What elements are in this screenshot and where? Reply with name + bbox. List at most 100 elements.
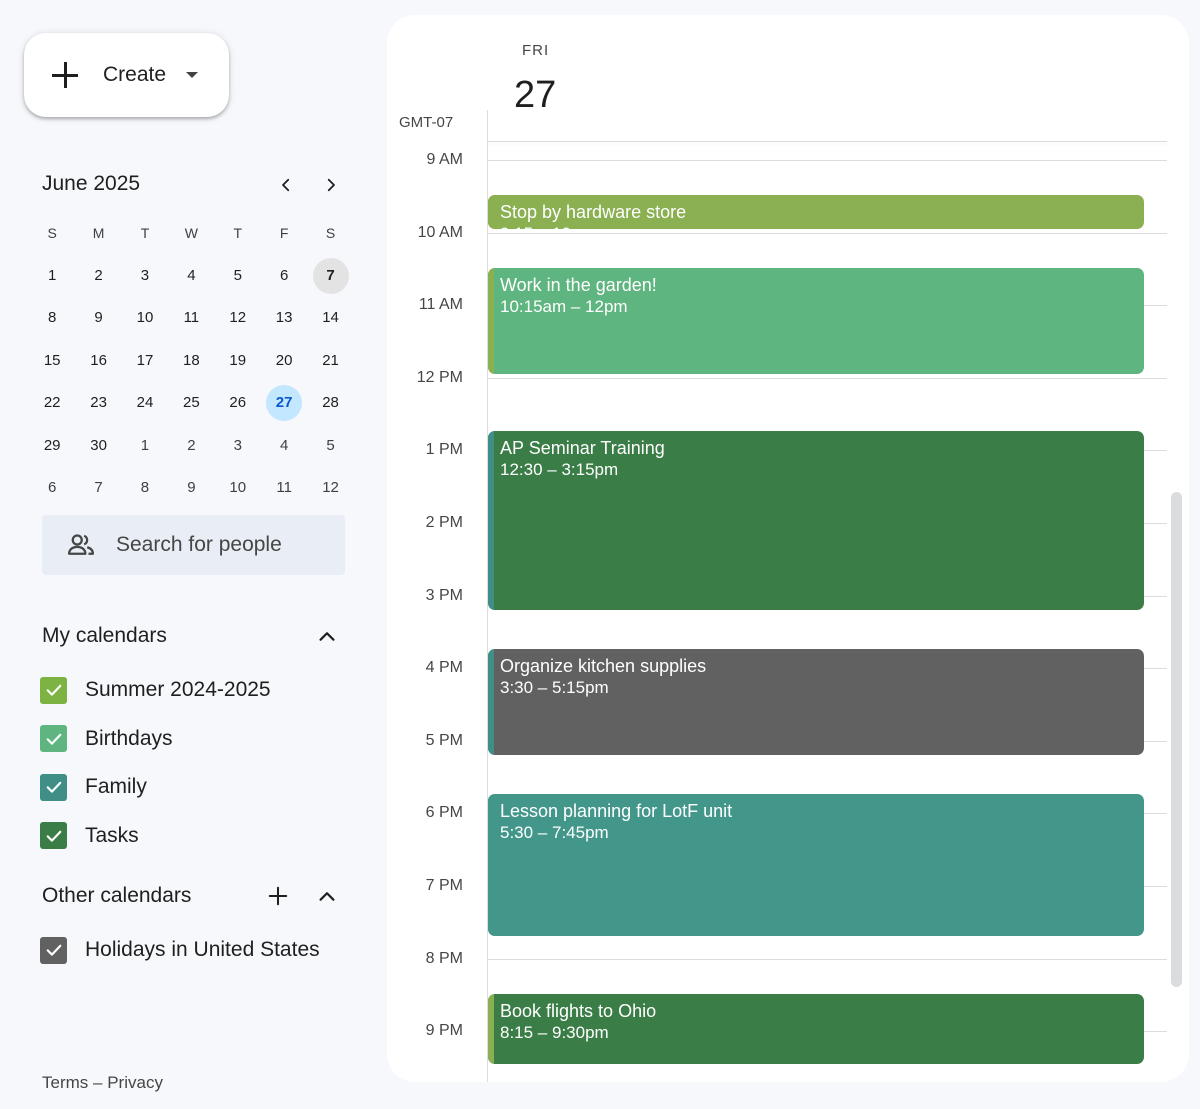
chevron-right-icon xyxy=(327,178,335,192)
event-color-stripe xyxy=(488,431,494,610)
day-cell[interactable]: 13 xyxy=(261,299,307,337)
day-cell[interactable]: 27 xyxy=(261,384,307,422)
mini-calendar-title: June 2025 xyxy=(42,172,141,195)
day-cell[interactable]: 4 xyxy=(261,426,307,464)
timezone-label: GMT-07 xyxy=(399,114,454,131)
day-cell[interactable]: 5 xyxy=(307,426,353,464)
day-cell[interactable]: 15 xyxy=(29,341,75,379)
calendar-checkbox[interactable] xyxy=(40,936,67,964)
event-time: 10:15am – 12pm xyxy=(500,296,628,316)
calendar-event[interactable]: Work in the garden! 10:15am – 12pm xyxy=(488,267,1144,374)
day-cell[interactable]: 30 xyxy=(75,426,121,464)
calendar-event[interactable]: Book flights to Ohio 8:15 – 9:30pm xyxy=(488,993,1144,1064)
calendar-checkbox[interactable] xyxy=(40,773,67,801)
create-label: Create xyxy=(103,63,167,86)
calendar-checkbox[interactable] xyxy=(40,676,67,704)
calendar-event[interactable]: Stop by hardware store9:15 – 10am xyxy=(488,195,1144,229)
day-cell[interactable]: 16 xyxy=(75,341,121,379)
next-month-button[interactable] xyxy=(318,172,344,198)
chevron-up-icon xyxy=(319,632,335,641)
day-cell[interactable]: 6 xyxy=(261,257,307,295)
calendar-event[interactable]: Lesson planning for LotF unit 5:30 – 7:45… xyxy=(488,794,1144,937)
day-cell[interactable]: 10 xyxy=(122,299,168,337)
event-title: Organize kitchen supplies xyxy=(500,655,707,676)
create-button[interactable]: Create xyxy=(24,33,229,117)
add-other-calendar-button[interactable] xyxy=(265,883,291,909)
day-number: 12 xyxy=(322,479,339,497)
calendar-item[interactable]: Family xyxy=(40,772,147,802)
day-cell[interactable]: 26 xyxy=(215,384,261,422)
day-cell[interactable]: 7 xyxy=(75,469,121,507)
scrollbar[interactable] xyxy=(1171,492,1182,987)
day-cell[interactable]: 18 xyxy=(168,341,214,379)
day-cell[interactable]: 22 xyxy=(29,384,75,422)
day-number: 11 xyxy=(183,309,200,327)
day-cell[interactable]: 3 xyxy=(122,257,168,295)
day-cell[interactable]: 10 xyxy=(215,469,261,507)
collapse-my-calendars-button[interactable] xyxy=(314,623,340,649)
day-cell[interactable]: 11 xyxy=(261,469,307,507)
calendar-event[interactable]: Organize kitchen supplies 3:30 – 5:15pm xyxy=(488,648,1144,755)
day-number: 3 xyxy=(233,436,242,454)
day-cell[interactable]: 12 xyxy=(215,299,261,337)
calendar-item[interactable]: Tasks xyxy=(40,821,139,851)
checkmark-icon xyxy=(46,733,61,745)
day-cell[interactable]: 23 xyxy=(75,384,121,422)
other-calendars-title: Other calendars xyxy=(42,884,192,907)
day-cell[interactable]: 9 xyxy=(168,469,214,507)
day-number: 5 xyxy=(233,267,242,285)
day-cell[interactable]: 7 xyxy=(307,257,353,295)
day-cell[interactable]: 9 xyxy=(75,299,121,337)
day-cell[interactable]: 2 xyxy=(75,257,121,295)
day-number: 27 xyxy=(266,384,303,421)
day-cell[interactable]: 1 xyxy=(29,257,75,295)
day-cell[interactable]: 5 xyxy=(215,257,261,295)
day-cell[interactable]: 28 xyxy=(307,384,353,422)
collapse-other-calendars-button[interactable] xyxy=(314,883,340,909)
calendar-event[interactable]: AP Seminar Training 12:30 – 3:15pm xyxy=(488,431,1144,610)
day-cell[interactable]: 14 xyxy=(307,299,353,337)
calendar-checkbox[interactable] xyxy=(40,822,67,850)
event-title: Stop by hardware store xyxy=(500,202,687,223)
day-number[interactable]: 27 xyxy=(514,74,556,117)
previous-month-button[interactable] xyxy=(273,172,299,198)
hour-gridline xyxy=(487,232,1167,234)
day-cell[interactable]: 19 xyxy=(215,341,261,379)
day-cell[interactable]: 8 xyxy=(29,299,75,337)
day-cell[interactable]: 17 xyxy=(122,341,168,379)
day-cell[interactable]: 4 xyxy=(168,257,214,295)
day-cell[interactable]: 11 xyxy=(168,299,214,337)
day-cell[interactable]: 2 xyxy=(168,426,214,464)
day-cell[interactable]: 12 xyxy=(307,469,353,507)
privacy-link[interactable]: Privacy xyxy=(107,1073,163,1092)
day-cell[interactable]: 21 xyxy=(307,341,353,379)
day-number: 1 xyxy=(140,436,150,454)
day-cell[interactable]: 8 xyxy=(122,469,168,507)
day-number: 17 xyxy=(136,351,154,369)
calendar-item[interactable]: Summer 2024-2025 xyxy=(40,675,271,705)
hour-gridline xyxy=(487,958,1167,960)
day-number: 6 xyxy=(48,479,57,497)
day-cell[interactable]: 1 xyxy=(122,426,168,464)
calendar-checkbox[interactable] xyxy=(40,725,67,753)
day-number: 9 xyxy=(94,309,103,327)
day-name: FRI xyxy=(522,42,550,59)
calendar-item[interactable]: Holidays in United States xyxy=(40,935,320,965)
day-cell[interactable]: 24 xyxy=(122,384,168,422)
day-cell[interactable]: 3 xyxy=(215,426,261,464)
hour-label: 4 PM xyxy=(425,659,463,677)
event-time: 8:15 – 9:30pm xyxy=(500,1022,609,1042)
day-cell[interactable]: 20 xyxy=(261,341,307,379)
search-people-input[interactable]: Search for people xyxy=(42,515,345,575)
calendar-item[interactable]: Birthdays xyxy=(40,724,173,754)
terms-link[interactable]: Terms xyxy=(42,1073,88,1092)
week-row: 6 7 8 9 10 11 12 xyxy=(29,466,354,508)
hour-label: 1 PM xyxy=(425,441,463,459)
day-cell[interactable]: 6 xyxy=(29,469,75,507)
day-number: 14 xyxy=(322,309,339,327)
checkmark-icon xyxy=(46,830,61,842)
hour-label: 5 PM xyxy=(425,731,463,749)
day-cell[interactable]: 25 xyxy=(168,384,214,422)
calendar-label: Summer 2024-2025 xyxy=(85,678,271,701)
day-cell[interactable]: 29 xyxy=(29,426,75,464)
